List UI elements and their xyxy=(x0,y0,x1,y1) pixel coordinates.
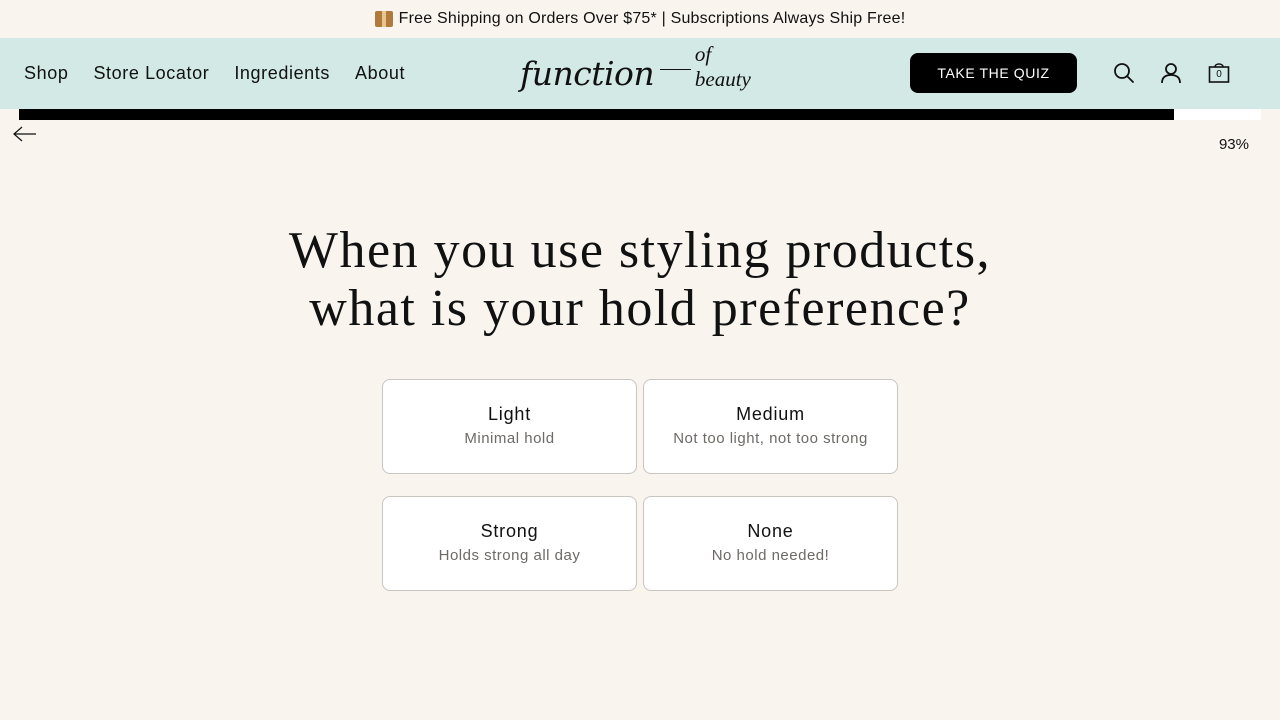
back-arrow-icon[interactable] xyxy=(12,124,38,144)
option-description: Holds strong all day xyxy=(438,547,581,564)
brand-logo[interactable]: function of beauty xyxy=(520,42,765,98)
option-light[interactable]: Light Minimal hold xyxy=(382,379,637,474)
nav-item-about[interactable]: About xyxy=(355,63,405,84)
quiz-progress-fill xyxy=(19,109,1175,120)
option-title: Light xyxy=(487,404,532,424)
option-title: Strong xyxy=(480,521,539,541)
account-icon[interactable] xyxy=(1159,61,1183,85)
announcement-text: Free Shipping on Orders Over $75* | Subs… xyxy=(398,10,906,27)
option-description: No hold needed! xyxy=(711,547,830,564)
nav-item-ingredients[interactable]: Ingredients xyxy=(234,63,330,84)
package-icon xyxy=(374,11,393,27)
logo-sub-text: of beauty xyxy=(694,42,751,91)
nav-item-shop[interactable]: Shop xyxy=(24,63,68,84)
nav-item-store-locator[interactable]: Store Locator xyxy=(93,63,209,84)
option-description: Not too light, not too strong xyxy=(673,430,868,447)
bag-count: 0 xyxy=(1216,69,1222,80)
search-icon[interactable] xyxy=(1112,61,1136,85)
site-header: Shop Store Locator Ingredients About fun… xyxy=(0,38,1280,109)
shopping-bag-icon[interactable]: 0 xyxy=(1207,61,1231,85)
option-medium[interactable]: Medium Not too light, not too strong xyxy=(643,379,898,474)
option-none[interactable]: None No hold needed! xyxy=(643,496,898,591)
logo-divider xyxy=(660,68,691,70)
announcement-bar: Free Shipping on Orders Over $75* | Subs… xyxy=(0,0,1280,38)
option-title: Medium xyxy=(736,404,805,424)
logo-main-text: function xyxy=(520,53,655,93)
option-strong[interactable]: Strong Holds strong all day xyxy=(382,496,637,591)
quiz-question: When you use styling products, what is yo… xyxy=(288,222,992,337)
option-title: None xyxy=(747,521,794,541)
option-description: Minimal hold xyxy=(464,430,555,447)
take-quiz-button[interactable]: TAKE THE QUIZ xyxy=(910,53,1077,93)
quiz-progress-bar xyxy=(19,109,1261,120)
main-nav: Shop Store Locator Ingredients About xyxy=(24,38,405,109)
quiz-options: Light Minimal hold Medium Not too light,… xyxy=(382,379,898,591)
progress-percent: 93% xyxy=(1218,136,1249,153)
